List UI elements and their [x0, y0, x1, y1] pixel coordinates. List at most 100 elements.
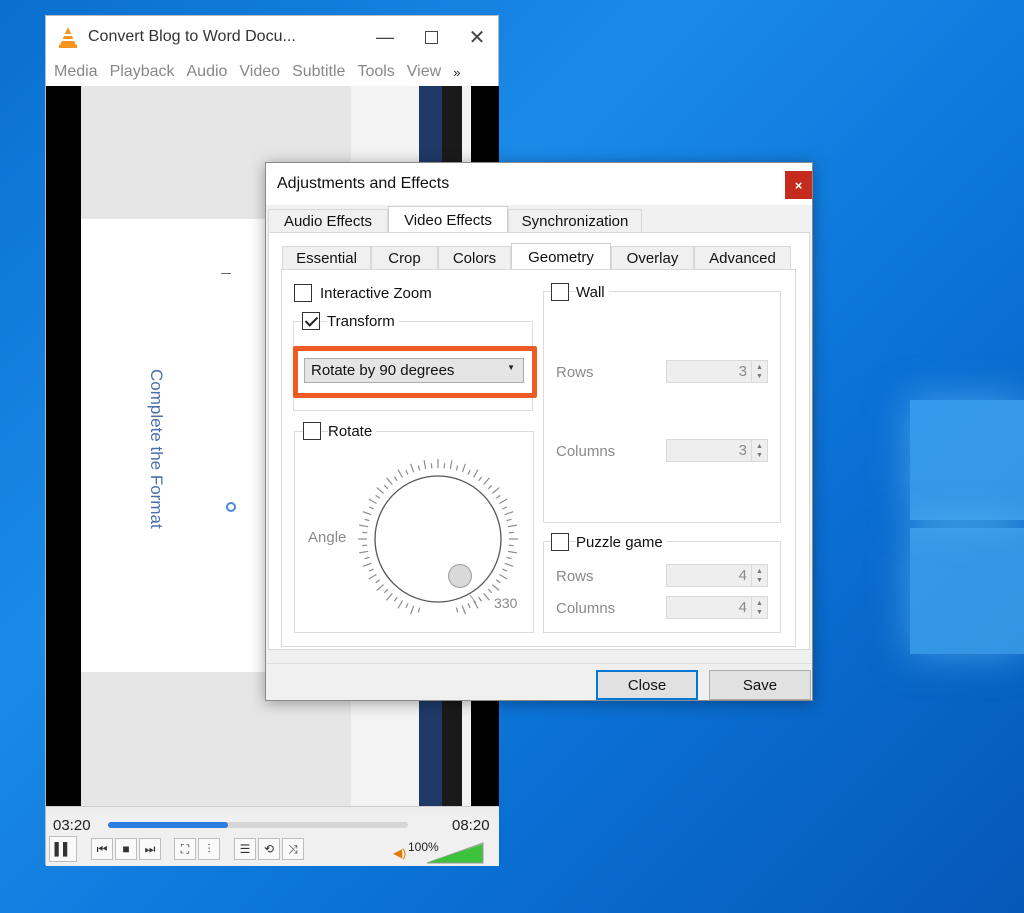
dial-tick — [376, 584, 384, 591]
puzzle-rows-label: Rows — [556, 568, 594, 585]
menu-subtitle[interactable]: Subtitle — [292, 63, 345, 81]
dialog-close-button[interactable]: × — [785, 171, 812, 199]
rotate-label: Rotate — [328, 423, 377, 440]
dial-tick — [487, 484, 493, 490]
spin-arrows-icon[interactable]: ▲ ▼ — [751, 597, 767, 618]
adjustments-dialog[interactable]: Adjustments and Effects × Audio Effects … — [265, 162, 813, 701]
dial-tick — [467, 603, 471, 609]
vlc-window-title: Convert Blog to Word Docu... — [88, 28, 296, 45]
wall-label: Wall — [576, 284, 609, 301]
close-button[interactable]: ✕ — [454, 16, 500, 58]
loop-button[interactable]: ⟲ — [258, 838, 280, 860]
tab-geometry[interactable]: Geometry — [511, 243, 611, 270]
dial-tick — [504, 511, 514, 516]
menu-more-chevron-icon[interactable]: » — [453, 65, 460, 80]
dial-tick — [397, 469, 404, 478]
speaker-icon[interactable]: ◀) — [393, 846, 406, 860]
dialog-title: Adjustments and Effects — [277, 175, 450, 192]
spin-arrows-icon[interactable]: ▲ ▼ — [751, 565, 767, 586]
dialog-title-bar[interactable]: Adjustments and Effects — [266, 163, 812, 205]
volume-slider[interactable] — [426, 842, 484, 864]
minimize-button[interactable]: — — [362, 16, 408, 58]
dial-tick — [461, 605, 466, 615]
puzzle-columns-spinbox[interactable]: 4 ▲ ▼ — [666, 596, 768, 619]
dial-tick — [423, 460, 427, 470]
transform-select[interactable]: Rotate by 90 degrees ▼ — [304, 358, 524, 383]
menu-media[interactable]: Media — [54, 63, 98, 81]
dial-tick — [364, 518, 370, 522]
dial-tick — [507, 550, 517, 554]
menu-view[interactable]: View — [407, 63, 441, 81]
dial-tick — [455, 465, 459, 471]
transform-checkbox[interactable] — [302, 312, 320, 330]
dial-tick — [492, 584, 500, 591]
pause-button[interactable]: ▌▌ — [49, 836, 77, 862]
wall-columns-spinbox[interactable]: 3 ▲ ▼ — [666, 439, 768, 462]
tab-audio-effects[interactable]: Audio Effects — [268, 209, 388, 233]
menu-tools[interactable]: Tools — [357, 63, 394, 81]
puzzle-rows-spinbox[interactable]: 4 ▲ ▼ — [666, 564, 768, 587]
spin-arrows-icon[interactable]: ▲ ▼ — [751, 440, 767, 461]
dialog-footer-divider — [266, 663, 812, 664]
time-elapsed: 03:20 — [53, 817, 91, 834]
puzzle-checkbox[interactable] — [551, 533, 569, 551]
menu-audio[interactable]: Audio — [187, 63, 228, 81]
tab-crop[interactable]: Crop — [371, 246, 438, 270]
dial-tick — [417, 607, 421, 613]
save-button[interactable]: Save — [709, 670, 811, 700]
close-dialog-button[interactable]: Close — [596, 670, 698, 700]
maximize-button[interactable] — [408, 16, 454, 58]
dial-tick — [368, 573, 377, 580]
menu-playback[interactable]: Playback — [110, 63, 175, 81]
tab-synchronization[interactable]: Synchronization — [508, 209, 642, 233]
seek-bar[interactable] — [108, 822, 408, 828]
wall-group — [543, 291, 781, 523]
dial-tick — [483, 477, 490, 485]
dial-tick — [375, 494, 381, 499]
dial-tick — [492, 487, 500, 494]
dial-tick — [368, 498, 377, 505]
dial-tick — [368, 506, 374, 510]
dial-tick — [483, 593, 490, 601]
dial-tick — [362, 562, 372, 567]
angle-label: Angle — [308, 529, 347, 546]
tab-advanced[interactable]: Advanced — [694, 246, 791, 270]
stop-button[interactable]: ■ — [115, 838, 137, 860]
tab-overlay[interactable]: Overlay — [611, 246, 694, 270]
dial-tick — [359, 550, 369, 554]
dial-tick — [467, 469, 471, 475]
dial-tick — [386, 593, 393, 601]
vlc-title-bar[interactable]: Convert Blog to Word Docu... — ✕ — [46, 16, 498, 58]
shuffle-button[interactable]: ⤨ — [282, 838, 304, 860]
vlc-cone-icon — [59, 27, 77, 48]
transform-label: Transform — [327, 313, 399, 330]
dial-tick — [504, 562, 514, 567]
dial-tick — [405, 603, 409, 609]
spin-arrows-icon[interactable]: ▲ ▼ — [751, 361, 767, 382]
tab-video-effects[interactable]: Video Effects — [388, 206, 508, 233]
puzzle-columns-value: 4 — [738, 599, 747, 616]
interactive-zoom-checkbox[interactable] — [294, 284, 312, 302]
menu-video[interactable]: Video — [239, 63, 280, 81]
previous-icon: ⏮ — [96, 841, 108, 856]
dial-tick — [397, 600, 404, 609]
sliders-icon: ⫶ — [207, 841, 211, 856]
playlist-button[interactable]: ☰ — [234, 838, 256, 860]
tab-essential[interactable]: Essential — [282, 246, 371, 270]
rotate-checkbox[interactable] — [303, 422, 321, 440]
dial-tick — [383, 588, 389, 594]
dial-tick — [506, 518, 512, 522]
dial-tick — [410, 605, 415, 615]
extended-settings-button[interactable]: ⫶ — [198, 838, 220, 860]
wall-rows-spinbox[interactable]: 3 ▲ ▼ — [666, 360, 768, 383]
pause-icon: ▌▌ — [54, 842, 72, 856]
time-total: 08:20 — [452, 817, 490, 834]
interactive-zoom-label: Interactive Zoom — [320, 285, 432, 302]
tab-colors[interactable]: Colors — [438, 246, 511, 270]
dial-tick — [507, 524, 517, 528]
fullscreen-button[interactable]: ⛶ — [174, 838, 196, 860]
next-button[interactable]: ⏭ — [139, 838, 161, 860]
wall-checkbox[interactable] — [551, 283, 569, 301]
previous-button[interactable]: ⏮ — [91, 838, 113, 860]
dial-tick — [506, 556, 512, 560]
